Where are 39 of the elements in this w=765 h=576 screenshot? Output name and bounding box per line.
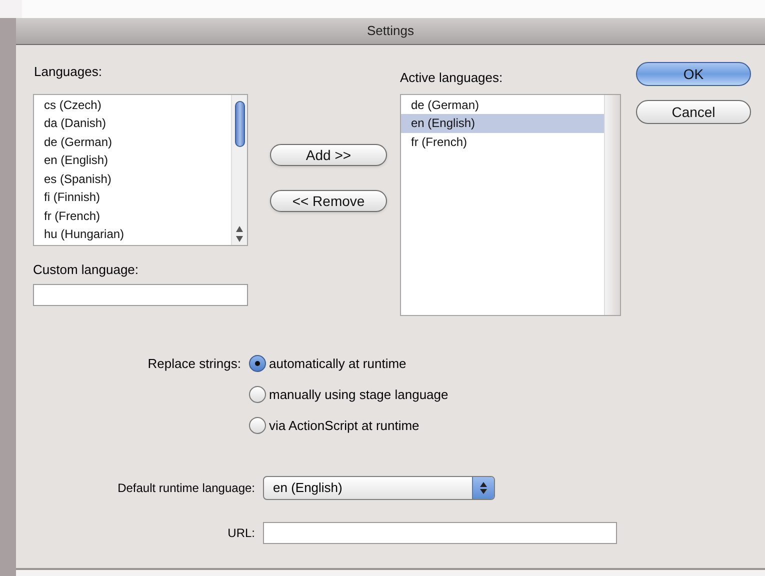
list-item[interactable]: cs (Czech) [34, 96, 231, 114]
remove-button[interactable]: << Remove [270, 190, 387, 212]
language-select[interactable]: en (English) [263, 476, 495, 500]
url-field[interactable] [263, 522, 617, 544]
list-item[interactable]: en (English) [34, 151, 231, 170]
list-box[interactable]: cs (Czech) da (Danish) de (German) en (English) es (Spanish) fi (Finnish) fr (French) hu (Hungarian) [33, 94, 248, 246]
scroll-up-icon[interactable] [236, 226, 243, 232]
list-item[interactable]: en (English) [401, 114, 604, 132]
list-item[interactable]: fi (Finnish) [34, 188, 231, 206]
active-languages-label: Active languages: [400, 69, 504, 87]
default-runtime-language-label: Default runtime language: [116, 480, 256, 496]
custom-language-label: Custom language: [33, 260, 140, 279]
radio-button[interactable] [249, 386, 266, 403]
radio-button[interactable] [249, 417, 266, 434]
replace-strings-label: Replace strings: [146, 354, 242, 373]
list-item[interactable]: fr (French) [34, 206, 231, 225]
add-button[interactable]: Add >> [270, 144, 387, 166]
scroll-thumb[interactable] [234, 100, 244, 146]
list-item[interactable]: de (German) [34, 132, 231, 151]
stepper-icon[interactable] [472, 476, 494, 498]
custom-language-field[interactable] [33, 284, 248, 306]
scroll-down-icon[interactable] [236, 236, 243, 242]
list-item[interactable]: fr (French) [401, 132, 604, 151]
radio-button[interactable] [249, 355, 266, 372]
list-item[interactable]: hu (Hungarian) [34, 225, 231, 244]
list-item[interactable]: es (Spanish) [34, 170, 231, 188]
list-item[interactable]: de (German) [401, 96, 604, 114]
languages-label: Languages: [34, 63, 103, 81]
radio-label[interactable]: manually using stage language [269, 384, 448, 404]
url-label: URL: [226, 524, 256, 542]
list-box[interactable]: de (German) en (English) fr (French) [400, 94, 621, 316]
ok-button[interactable]: OK [636, 62, 751, 86]
radio-label[interactable]: automatically at runtime [269, 354, 406, 374]
window-title: Settings [367, 22, 414, 40]
scrollbar[interactable] [231, 94, 247, 244]
cancel-button[interactable]: Cancel [636, 100, 751, 124]
scrollbar[interactable] [604, 94, 620, 314]
radio-label[interactable]: via ActionScript at runtime [269, 416, 420, 436]
list-item[interactable]: da (Danish) [34, 114, 231, 132]
